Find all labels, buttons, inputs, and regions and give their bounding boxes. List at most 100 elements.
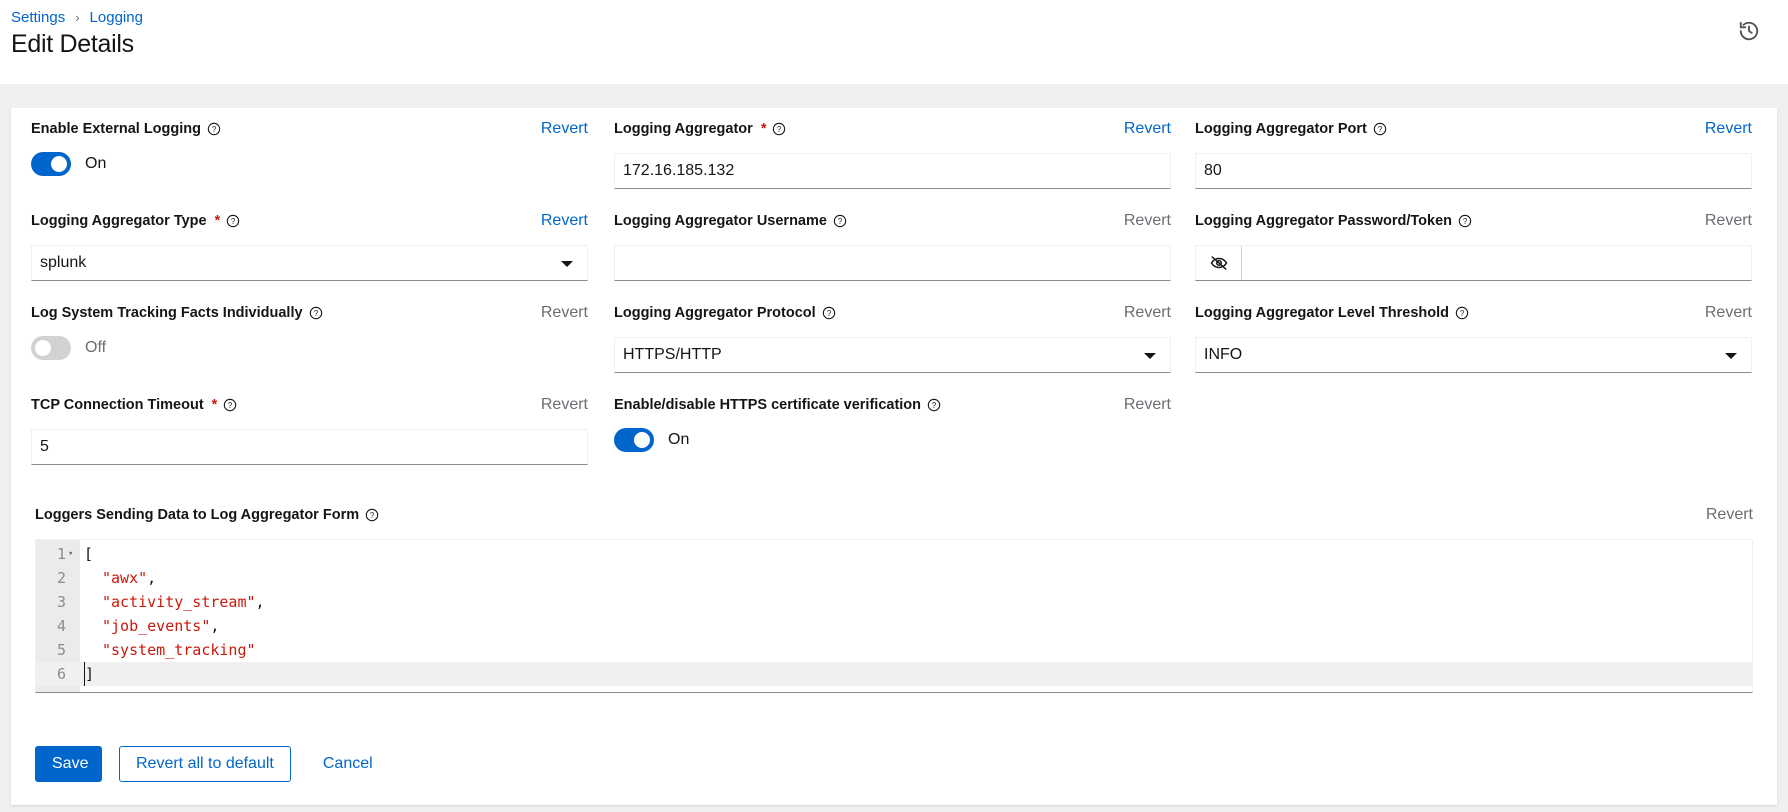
field-logging-aggregator-level: Logging Aggregator Level Threshold ? Rev… xyxy=(1195,302,1752,373)
svg-text:?: ? xyxy=(777,125,782,134)
select-value: splunk xyxy=(40,254,87,271)
field-logging-aggregator-port: Logging Aggregator Port ? Revert 80 xyxy=(1195,118,1752,189)
code-punct: , xyxy=(147,569,157,587)
field-log-system-tracking: Log System Tracking Facts Individually ?… xyxy=(31,302,588,360)
breadcrumb-settings[interactable]: Settings xyxy=(11,9,65,26)
help-icon[interactable]: ? xyxy=(822,306,836,320)
revert-button[interactable]: Revert xyxy=(1705,118,1752,140)
field-logging-aggregator-password: Logging Aggregator Password/Token ? Reve… xyxy=(1195,210,1752,281)
caret-down-icon xyxy=(561,261,573,267)
toggle-state-label: On xyxy=(85,155,107,172)
revert-button[interactable]: Revert xyxy=(1705,302,1752,324)
svg-text:?: ? xyxy=(313,309,318,318)
logging-aggregator-type-select[interactable]: splunk xyxy=(31,245,588,281)
field-label: Logging Aggregator Type xyxy=(31,213,207,229)
revert-button[interactable]: Revert xyxy=(541,210,588,232)
field-enable-external-logging: Enable External Logging ? Revert On xyxy=(31,118,588,176)
code-string: "system_tracking" xyxy=(102,641,256,659)
loggers-code-editor[interactable]: 1 ▾ [ 2 "awx", 3 "activity_stream", 4 "j… xyxy=(35,539,1753,693)
help-icon[interactable]: ? xyxy=(365,508,379,522)
tcp-connection-timeout-input[interactable]: 5 xyxy=(31,429,588,465)
logging-aggregator-username-input[interactable] xyxy=(614,245,1171,281)
breadcrumb-separator: › xyxy=(75,10,80,25)
svg-text:?: ? xyxy=(228,401,233,410)
code-text: "job_events", xyxy=(102,614,219,638)
revert-button[interactable]: Revert xyxy=(541,302,588,324)
toggle-knob xyxy=(634,432,650,448)
help-icon[interactable]: ? xyxy=(207,122,221,136)
line-number: 2 xyxy=(56,569,66,587)
field-label: Logging Aggregator xyxy=(614,121,753,137)
log-system-tracking-toggle[interactable] xyxy=(31,336,71,360)
revert-button[interactable]: Revert xyxy=(541,394,588,416)
settings-form-card: Enable External Logging ? Revert On Logg… xyxy=(11,108,1777,805)
revert-button[interactable]: Revert xyxy=(1124,394,1171,416)
required-indicator: * xyxy=(211,397,218,413)
logging-aggregator-password-input[interactable] xyxy=(1242,246,1751,280)
svg-text:?: ? xyxy=(212,125,217,134)
history-icon[interactable] xyxy=(1738,20,1760,42)
field-label: Log System Tracking Facts Individually xyxy=(31,305,303,321)
help-icon[interactable]: ? xyxy=(772,122,786,136)
help-icon[interactable]: ? xyxy=(226,214,240,228)
toggle-knob xyxy=(35,340,51,356)
field-label: Logging Aggregator Protocol xyxy=(614,305,816,321)
field-logging-aggregator-username: Logging Aggregator Username ? Revert xyxy=(614,210,1171,281)
field-logging-aggregator: Logging Aggregator * ? Revert 172.16.185… xyxy=(614,118,1171,189)
https-cert-verification-toggle[interactable] xyxy=(614,428,654,452)
code-line: 4 "job_events", xyxy=(36,614,1752,638)
revert-button[interactable]: Revert xyxy=(1124,302,1171,324)
toggle-state-label: Off xyxy=(85,339,107,356)
help-icon[interactable]: ? xyxy=(223,398,237,412)
line-number: 5 xyxy=(56,641,66,659)
logging-aggregator-protocol-select[interactable]: HTTPS/HTTP xyxy=(614,337,1171,373)
svg-text:?: ? xyxy=(826,309,831,318)
field-label: Logging Aggregator Level Threshold xyxy=(1195,305,1450,321)
help-icon[interactable]: ? xyxy=(1373,122,1387,136)
field-label: Logging Aggregator Password/Token xyxy=(1195,213,1452,229)
show-password-button[interactable] xyxy=(1196,246,1242,280)
logging-aggregator-level-select[interactable]: INFO xyxy=(1195,337,1752,373)
code-line-active: 6 ] xyxy=(36,662,1752,686)
svg-text:?: ? xyxy=(231,217,236,226)
toggle-state-label: On xyxy=(668,431,690,448)
code-line: 2 "awx", xyxy=(36,566,1752,590)
revert-button[interactable]: Revert xyxy=(1124,210,1171,232)
field-logging-aggregator-protocol: Logging Aggregator Protocol ? Revert HTT… xyxy=(614,302,1171,373)
field-label: TCP Connection Timeout xyxy=(31,397,204,413)
breadcrumb-logging[interactable]: Logging xyxy=(90,9,143,26)
select-value: HTTPS/HTTP xyxy=(623,346,722,363)
help-icon[interactable]: ? xyxy=(833,214,847,228)
code-text: ] xyxy=(84,662,94,686)
revert-button[interactable]: Revert xyxy=(541,118,588,140)
toggle-knob xyxy=(51,156,67,172)
revert-all-button[interactable]: Revert all to default xyxy=(119,746,291,782)
required-indicator: * xyxy=(760,121,767,137)
revert-button[interactable]: Revert xyxy=(1705,210,1752,232)
logging-aggregator-port-input[interactable]: 80 xyxy=(1195,153,1752,189)
help-icon[interactable]: ? xyxy=(927,398,941,412)
code-text: "awx", xyxy=(102,566,156,590)
help-icon[interactable]: ? xyxy=(1458,214,1472,228)
code-string: "job_events" xyxy=(102,617,211,635)
field-label: Logging Aggregator Port xyxy=(1195,121,1367,137)
revert-button[interactable]: Revert xyxy=(1706,504,1753,526)
eye-slash-icon xyxy=(1210,256,1227,270)
help-icon[interactable]: ? xyxy=(1455,306,1469,320)
code-string: "awx" xyxy=(102,569,148,587)
save-button[interactable]: Save xyxy=(35,746,102,782)
breadcrumb: Settings › Logging xyxy=(11,9,143,26)
help-icon[interactable]: ? xyxy=(309,306,323,320)
code-punct: , xyxy=(255,593,265,611)
code-punct: , xyxy=(210,617,220,635)
field-loggers: Loggers Sending Data to Log Aggregator F… xyxy=(35,504,1753,693)
password-input-group xyxy=(1195,245,1752,281)
logging-aggregator-input[interactable]: 172.16.185.132 xyxy=(614,153,1171,189)
enable-external-logging-toggle[interactable] xyxy=(31,152,71,176)
svg-text:?: ? xyxy=(1460,309,1465,318)
revert-button[interactable]: Revert xyxy=(1124,118,1171,140)
code-string: "activity_stream" xyxy=(102,593,256,611)
line-number: 1 xyxy=(56,545,66,563)
cancel-button[interactable]: Cancel xyxy=(307,746,389,782)
fold-icon[interactable]: ▾ xyxy=(68,542,73,566)
